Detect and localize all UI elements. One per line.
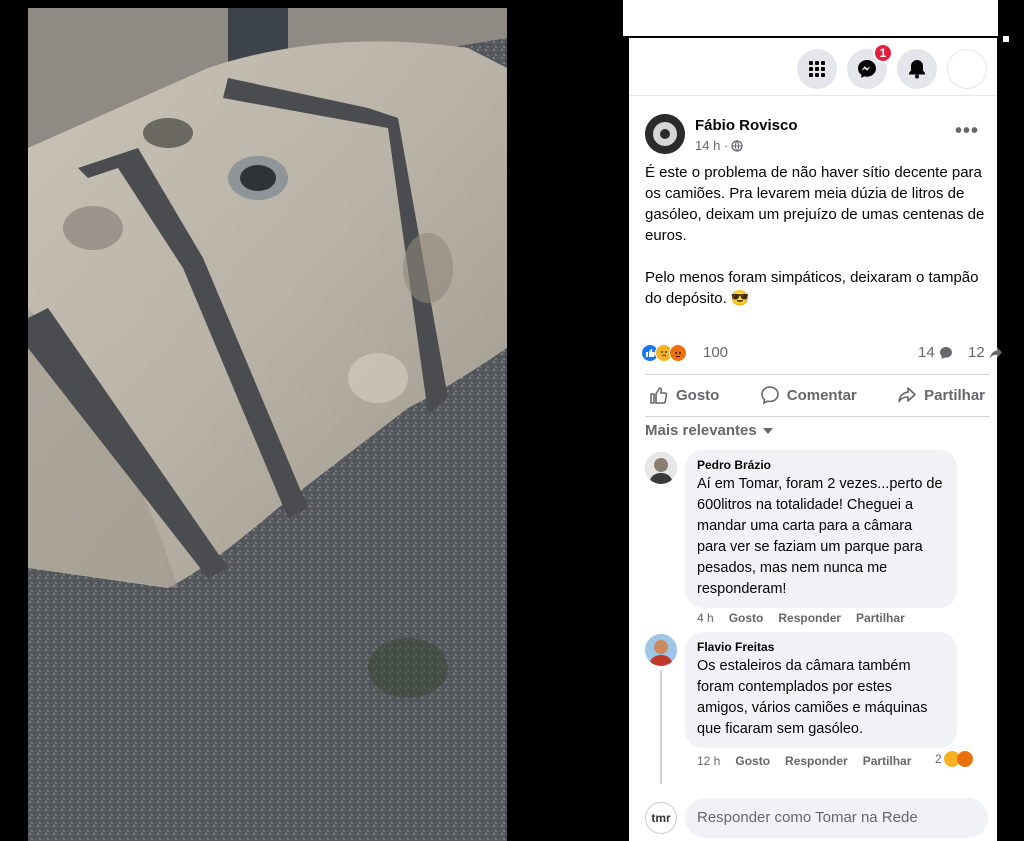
comment-actions: 4 h Gosto Responder Partilhar: [697, 611, 905, 625]
post-options-icon[interactable]: •••: [955, 120, 979, 143]
post-text: É este o problema de não haver sítio dec…: [645, 164, 985, 307]
comment-icon: [760, 386, 779, 405]
comment-reactions[interactable]: 2: [935, 751, 973, 767]
commenter-avatar[interactable]: [645, 452, 677, 484]
post-meta: 14 h ·: [695, 138, 743, 153]
fuel-tank-photo: [28, 8, 507, 841]
comment-author[interactable]: Pedro Brázio: [697, 458, 945, 472]
commenter-avatar-image: [645, 452, 677, 484]
author-avatar-image: [645, 114, 685, 154]
comments-filter-label: Mais relevantes: [645, 422, 757, 439]
comment-time[interactable]: 12 h: [697, 754, 720, 768]
messenger-icon: [858, 60, 876, 78]
messenger-button[interactable]: 1: [847, 43, 893, 89]
comments-filter[interactable]: Mais relevantes: [645, 422, 773, 439]
account-button[interactable]: [947, 49, 987, 89]
comment-label: Comentar: [786, 386, 857, 404]
comment-bubble-icon: [939, 346, 952, 359]
comment-button[interactable]: Comentar: [756, 385, 861, 405]
share-button[interactable]: Partilhar: [893, 385, 989, 405]
comments-count-value: 14: [918, 344, 935, 361]
comment-author[interactable]: Flavio Freitas: [697, 640, 945, 654]
like-button[interactable]: Gosto: [645, 385, 723, 405]
thumbs-up-icon: [650, 387, 668, 404]
post-actions: Gosto Comentar Partilhar: [645, 380, 989, 410]
author-avatar[interactable]: [645, 114, 685, 154]
angry-reaction-icon: [956, 751, 973, 767]
reactions-count[interactable]: 100: [703, 344, 728, 361]
angry-reaction-icon: [669, 344, 687, 362]
divider-bottom: [645, 416, 989, 417]
share-icon: [898, 387, 916, 403]
comment-share-link[interactable]: Partilhar: [856, 611, 905, 625]
reply-input[interactable]: Responder como Tomar na Rede: [685, 798, 988, 838]
comments-count[interactable]: 14: [918, 344, 953, 361]
reactions-summary: 100 14 12: [641, 342, 1002, 364]
comment-like-link[interactable]: Gosto: [735, 754, 770, 768]
commenter-avatar[interactable]: [645, 634, 677, 666]
shares-count[interactable]: 12: [968, 344, 1003, 361]
comment-reply-link[interactable]: Responder: [785, 754, 848, 768]
comment-text: Aí em Tomar, foram 2 vezes...perto de 60…: [697, 476, 943, 597]
comment-like-link[interactable]: Gosto: [729, 611, 764, 625]
comment-time[interactable]: 4 h: [697, 611, 714, 625]
comment-text: Os estaleiros da câmara também foram con…: [697, 658, 928, 737]
post-card: Fábio Rovisco 14 h · ••• É este o proble…: [629, 96, 1002, 841]
comment-bubble: Pedro Brázio Aí em Tomar, foram 2 vezes.…: [685, 450, 957, 608]
post-author[interactable]: Fábio Rovisco: [695, 117, 798, 134]
post-time[interactable]: 14 h ·: [695, 138, 728, 153]
commenter-avatar-image: [645, 634, 677, 666]
bell-icon: [909, 60, 925, 79]
post-photo[interactable]: [28, 8, 507, 841]
page-avatar-text: tmr: [651, 811, 671, 825]
share-arrow-icon: [989, 346, 1002, 358]
chevron-down-icon: [762, 427, 773, 434]
comment-reply-link[interactable]: Responder: [778, 611, 841, 625]
divider-top: [645, 374, 989, 375]
notifications-button[interactable]: [897, 49, 937, 89]
like-label: Gosto: [676, 386, 720, 404]
shares-count-value: 12: [968, 344, 985, 361]
globe-icon: [731, 139, 743, 152]
reaction-icons[interactable]: [641, 344, 687, 362]
messenger-badge: 1: [873, 43, 893, 63]
comment-share-link[interactable]: Partilhar: [863, 754, 912, 768]
menu-button[interactable]: [797, 49, 837, 89]
comment-reactions-count: 2: [935, 752, 942, 766]
facebook-header: 1: [629, 38, 997, 96]
share-label: Partilhar: [924, 386, 985, 404]
grid-menu-icon: [809, 61, 825, 77]
reply-placeholder: Responder como Tomar na Rede: [697, 809, 918, 826]
comment-bubble: Flavio Freitas Os estaleiros da câmara t…: [685, 632, 957, 748]
page-avatar[interactable]: tmr: [645, 802, 677, 834]
comment-actions: 12 h Gosto Responder Partilhar: [697, 754, 911, 768]
thread-line: [660, 670, 662, 784]
top-white-bar: [623, 0, 998, 36]
window-corner-marker: [1003, 36, 1009, 42]
